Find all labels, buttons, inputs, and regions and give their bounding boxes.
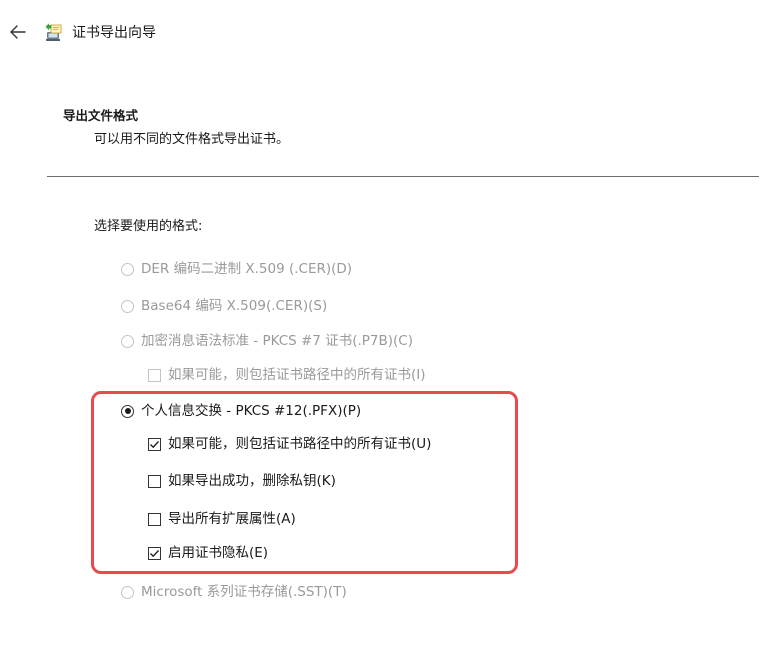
certificate-wizard-icon — [44, 22, 64, 42]
radio-pfx-label: 个人信息交换 - PKCS #12(.PFX)(P) — [141, 403, 362, 419]
radio-pkcs7-label: 加密消息语法标准 - PKCS #7 证书(.P7B)(C) — [141, 333, 413, 349]
radio-circle — [121, 334, 134, 348]
radio-base64-label: Base64 编码 X.509(.CER)(S) — [141, 298, 328, 314]
checkbox-box — [148, 437, 161, 451]
checkbox-pfx-delete-key[interactable]: 如果导出成功，删除私钥(K) — [148, 472, 336, 490]
checkbox-box — [148, 474, 161, 488]
format-prompt-label: 选择要使用的格式: — [94, 219, 203, 234]
radio-circle — [121, 262, 134, 276]
radio-der[interactable]: DER 编码二进制 X.509 (.CER)(D) — [121, 260, 352, 278]
checkbox-box — [148, 546, 161, 560]
checkbox-pkcs7-include-all[interactable]: 如果可能，则包括证书路径中的所有证书(I) — [148, 366, 426, 384]
back-arrow-icon — [10, 25, 26, 39]
checkbox-pfx-export-ext-label: 导出所有扩展属性(A) — [168, 511, 296, 527]
checkbox-box — [148, 512, 161, 526]
checkbox-pfx-privacy[interactable]: 启用证书隐私(E) — [148, 544, 268, 562]
checkbox-pfx-delete-key-label: 如果导出成功，删除私钥(K) — [168, 473, 336, 489]
radio-der-label: DER 编码二进制 X.509 (.CER)(D) — [141, 261, 353, 277]
radio-sst[interactable]: Microsoft 系列证书存储(.SST)(T) — [121, 583, 347, 601]
radio-circle-selected — [121, 404, 134, 418]
checkmark-icon — [150, 440, 159, 448]
checkbox-pfx-include-all-label: 如果可能，则包括证书路径中的所有证书(U) — [168, 436, 432, 452]
back-button[interactable] — [8, 22, 28, 42]
header-divider — [47, 176, 759, 177]
section-title: 导出文件格式 — [63, 108, 139, 123]
window-title: 证书导出向导 — [72, 25, 156, 41]
radio-pfx[interactable]: 个人信息交换 - PKCS #12(.PFX)(P) — [121, 402, 361, 420]
radio-pkcs7[interactable]: 加密消息语法标准 - PKCS #7 证书(.P7B)(C) — [121, 332, 413, 350]
radio-circle — [121, 585, 134, 599]
checkmark-icon — [150, 549, 159, 557]
checkbox-box — [148, 368, 161, 382]
radio-circle — [121, 299, 134, 313]
radio-base64[interactable]: Base64 编码 X.509(.CER)(S) — [121, 297, 327, 315]
checkbox-pfx-privacy-label: 启用证书隐私(E) — [168, 545, 269, 561]
checkbox-pkcs7-include-all-label: 如果可能，则包括证书路径中的所有证书(I) — [168, 367, 426, 383]
section-subtitle: 可以用不同的文件格式导出证书。 — [94, 132, 290, 147]
checkbox-pfx-export-ext[interactable]: 导出所有扩展属性(A) — [148, 510, 296, 528]
checkbox-pfx-include-all[interactable]: 如果可能，则包括证书路径中的所有证书(U) — [148, 435, 431, 453]
radio-sst-label: Microsoft 系列证书存储(.SST)(T) — [141, 584, 347, 600]
